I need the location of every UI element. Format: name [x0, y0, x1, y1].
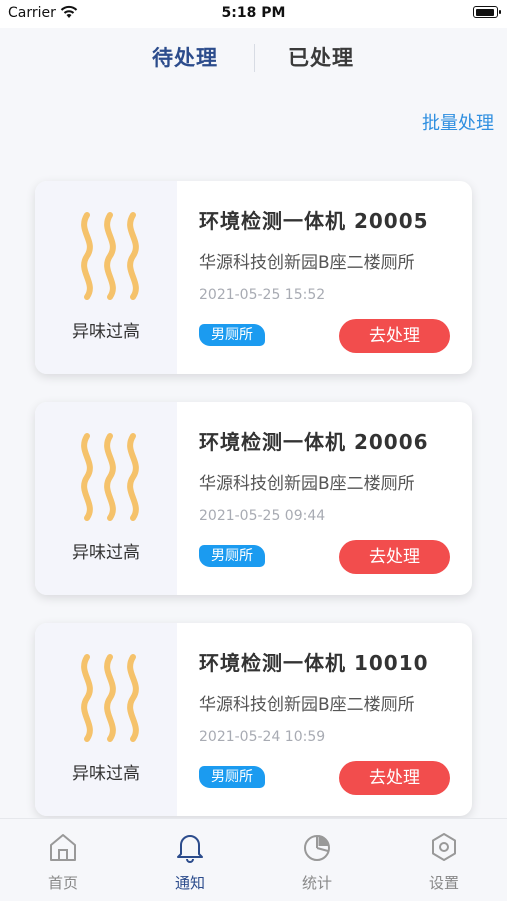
device-name: 环境检测一体机 20005 [199, 209, 429, 233]
process-button[interactable]: 去处理 [339, 540, 450, 574]
alert-type: 异味过高 [72, 543, 140, 563]
batch-process-button[interactable]: 批量处理 [422, 109, 494, 135]
nav-home-label: 首页 [47, 874, 78, 892]
nav-settings[interactable]: 设置 [381, 819, 507, 901]
tab-processed[interactable]: 已处理 [288, 42, 354, 72]
bottom-nav: 首页 通知 统计 设置 [0, 818, 507, 901]
device-location: 华源科技创新园B座二楼厕所 [199, 695, 415, 715]
status-bar: Carrier 5:18 PM [0, 0, 507, 28]
tab-bar: 待处理 已处理 [0, 28, 507, 88]
alert-icon-panel: 异味过高 [35, 402, 177, 595]
odor-wave-icon [81, 654, 139, 742]
alert-card[interactable]: 异味过高 环境检测一体机 10010 华源科技创新园B座二楼厕所 2021-05… [35, 623, 472, 816]
device-location: 华源科技创新园B座二楼厕所 [199, 474, 415, 494]
nav-notifications-label: 通知 [174, 874, 205, 892]
tab-divider [254, 44, 255, 72]
alert-card[interactable]: 异味过高 环境检测一体机 20006 华源科技创新园B座二楼厕所 2021-05… [35, 402, 472, 595]
alert-card[interactable]: 异味过高 环境检测一体机 20005 华源科技创新园B座二楼厕所 2021-05… [35, 181, 472, 374]
process-button[interactable]: 去处理 [339, 319, 450, 353]
restroom-tag: 男厕所 [199, 766, 265, 788]
alert-time: 2021-05-25 15:52 [199, 287, 326, 303]
nav-statistics-label: 统计 [301, 874, 332, 892]
device-name: 环境检测一体机 10010 [199, 651, 429, 675]
settings-hex-icon [432, 833, 456, 861]
home-icon [50, 834, 76, 861]
battery-icon [473, 6, 501, 18]
device-name: 环境检测一体机 20006 [199, 430, 429, 454]
restroom-tag: 男厕所 [199, 545, 265, 567]
alert-icon-panel: 异味过高 [35, 181, 177, 374]
alert-type: 异味过高 [72, 764, 140, 784]
nav-statistics[interactable]: 统计 [254, 819, 380, 901]
alert-time: 2021-05-25 09:44 [199, 508, 326, 524]
alert-icon-panel: 异味过高 [35, 623, 177, 816]
clock: 5:18 PM [221, 5, 286, 21]
restroom-tag: 男厕所 [199, 324, 265, 346]
tab-pending[interactable]: 待处理 [152, 42, 218, 72]
device-location: 华源科技创新园B座二楼厕所 [199, 253, 415, 273]
nav-home[interactable]: 首页 [0, 819, 126, 901]
pie-chart-icon [304, 835, 330, 861]
odor-wave-icon [81, 212, 139, 300]
alert-type: 异味过高 [72, 322, 140, 342]
nav-settings-label: 设置 [428, 874, 459, 892]
alert-time: 2021-05-24 10:59 [199, 729, 326, 745]
nav-notifications[interactable]: 通知 [127, 819, 253, 901]
bell-icon [177, 835, 203, 863]
process-button[interactable]: 去处理 [339, 761, 450, 795]
odor-wave-icon [81, 433, 139, 521]
